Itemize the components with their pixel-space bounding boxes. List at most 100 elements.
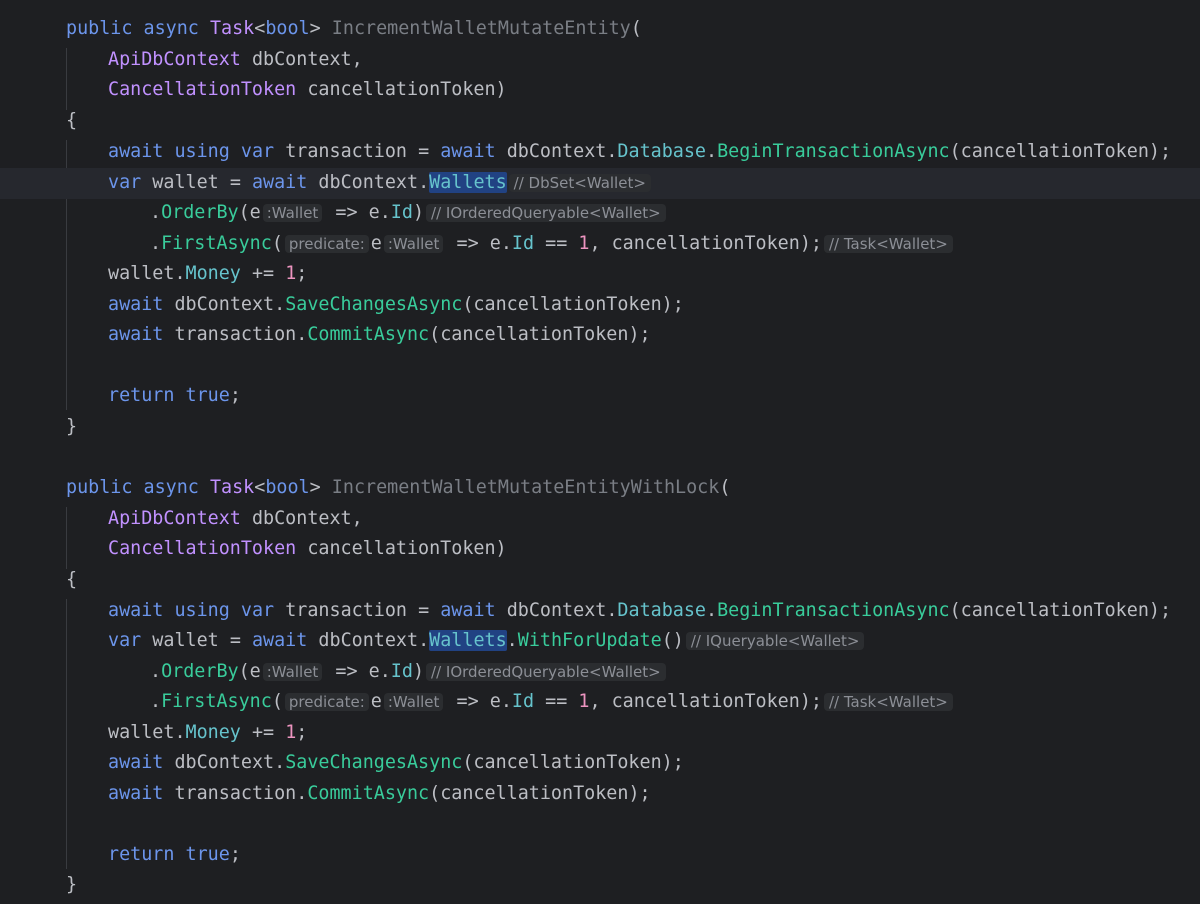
- keyword-await: await: [251, 630, 308, 651]
- punct-paren: ): [412, 202, 425, 223]
- punct-dot: .: [379, 202, 391, 223]
- prop-wallets: Wallets: [429, 630, 507, 651]
- code-line-29[interactable]: }: [0, 870, 1200, 901]
- type-hint: // IQueryable<Wallet>: [685, 632, 865, 650]
- code-line-11[interactable]: await transaction.CommitAsync(cancellati…: [0, 320, 1200, 351]
- punct-paren: ): [1148, 600, 1160, 621]
- punct-dot: .: [606, 141, 618, 162]
- code-line-17[interactable]: ApiDbContext dbContext,: [0, 504, 1200, 535]
- lambda-param: e: [370, 691, 382, 712]
- keyword-await: await: [108, 141, 164, 162]
- op-equals: ==: [545, 233, 568, 254]
- keyword-using: using: [174, 600, 230, 621]
- type-task: Task: [209, 18, 255, 39]
- punct-dot: .: [500, 233, 512, 254]
- keyword-var: var: [108, 172, 142, 193]
- code-line-6[interactable]: var wallet = await dbContext.Wallets// D…: [0, 168, 1200, 199]
- punct-paren: (: [949, 141, 961, 162]
- punct-dot: .: [296, 783, 308, 804]
- op-arrow: =>: [456, 691, 479, 712]
- punct-paren: ): [661, 294, 673, 315]
- lambda-param: e: [249, 661, 261, 682]
- punct-paren: (: [271, 233, 283, 254]
- lambda-param: e: [368, 202, 380, 223]
- keyword-async: async: [143, 477, 199, 498]
- punct-brace: {: [66, 110, 78, 131]
- code-line-25[interactable]: await dbContext.SaveChangesAsync(cancell…: [0, 748, 1200, 779]
- code-line-9[interactable]: wallet.Money += 1;: [0, 259, 1200, 290]
- code-line-23[interactable]: .FirstAsync(predicate: e:Wallet => e.Id =…: [0, 687, 1200, 718]
- lambda-param: e: [370, 233, 382, 254]
- code-line-14[interactable]: }: [0, 412, 1200, 443]
- method-name: IncrementWalletMutateEntityWithLock: [331, 477, 720, 498]
- var-db-context: dbContext: [174, 294, 275, 315]
- punct-dot: .: [418, 630, 430, 651]
- punct-paren: (: [719, 477, 731, 498]
- code-line-21[interactable]: var wallet = await dbContext.Wallets.Wit…: [0, 626, 1200, 657]
- code-line-1[interactable]: public async Task<bool> IncrementWalletM…: [0, 14, 1200, 45]
- punct-paren: ): [661, 752, 673, 773]
- punct-semicolon: ;: [296, 722, 308, 743]
- code-line-3[interactable]: CancellationToken cancellationToken): [0, 75, 1200, 106]
- op-arrow: =>: [335, 202, 358, 223]
- code-line-19[interactable]: {: [0, 565, 1200, 596]
- punct-dot: .: [150, 233, 162, 254]
- prop-database: Database: [617, 600, 706, 621]
- code-line-22[interactable]: .OrderBy(e:Wallet => e.Id)// IOrderedQue…: [0, 657, 1200, 688]
- code-line-5[interactable]: await using var transaction = await dbCo…: [0, 137, 1200, 168]
- var-cancellation-token: cancellationToken: [960, 141, 1149, 162]
- punct-dot: .: [706, 600, 718, 621]
- punct-paren: ): [672, 630, 684, 651]
- code-line-2[interactable]: ApiDbContext dbContext,: [0, 45, 1200, 76]
- code-line-18[interactable]: CancellationToken cancellationToken): [0, 534, 1200, 565]
- punct-dot: .: [606, 600, 618, 621]
- punct-comma: ,: [351, 508, 363, 529]
- punct-gt: >: [309, 18, 321, 39]
- code-line-13[interactable]: return true;: [0, 381, 1200, 412]
- punct-paren: (: [661, 630, 673, 651]
- punct-brace: }: [66, 416, 78, 437]
- code-line-4[interactable]: {: [0, 106, 1200, 137]
- punct-semicolon: ;: [229, 385, 241, 406]
- prop-database: Database: [617, 141, 706, 162]
- punct-paren: (: [238, 202, 250, 223]
- code-line-24[interactable]: wallet.Money += 1;: [0, 718, 1200, 749]
- type-hint: // DbSet<Wallet>: [508, 174, 651, 192]
- var-transaction: transaction: [285, 141, 407, 162]
- code-line-7[interactable]: .OrderBy(e:Wallet => e.Id)// IOrderedQue…: [0, 198, 1200, 229]
- keyword-async: async: [143, 18, 199, 39]
- keyword-bool: bool: [265, 18, 310, 39]
- code-line-10[interactable]: await dbContext.SaveChangesAsync(cancell…: [0, 290, 1200, 321]
- punct-dot: .: [506, 630, 518, 651]
- param-type-hint: :Wallet: [383, 693, 444, 711]
- punct-semicolon: ;: [810, 233, 822, 254]
- code-line-26[interactable]: await transaction.CommitAsync(cancellati…: [0, 779, 1200, 810]
- var-cancellation-token: cancellationToken: [611, 233, 800, 254]
- punct-brace: {: [66, 569, 78, 590]
- op-equals: ==: [545, 691, 568, 712]
- code-line-8[interactable]: .FirstAsync(predicate: e:Wallet => e.Id =…: [0, 229, 1200, 260]
- type-cancellation-token: CancellationToken: [108, 538, 297, 559]
- keyword-return: return: [108, 385, 175, 406]
- punct-dot: .: [500, 691, 512, 712]
- punct-dot: .: [379, 661, 391, 682]
- keyword-await: await: [108, 783, 164, 804]
- lambda-param: e: [249, 202, 261, 223]
- var-db-context: dbContext: [506, 600, 607, 621]
- code-line-16[interactable]: public async Task<bool> IncrementWalletM…: [0, 473, 1200, 504]
- type-api-db-context: ApiDbContext: [108, 508, 241, 529]
- var-cancellation-token: cancellationToken: [440, 324, 629, 345]
- op-assign: =: [418, 600, 430, 621]
- code-line-20[interactable]: await using var transaction = await dbCo…: [0, 596, 1200, 627]
- type-task: Task: [209, 477, 255, 498]
- code-line-28[interactable]: return true;: [0, 840, 1200, 871]
- method-first-async: FirstAsync: [161, 233, 272, 254]
- punct-paren: (: [429, 783, 441, 804]
- method-commit: CommitAsync: [307, 783, 430, 804]
- var-wallet: wallet: [108, 722, 175, 743]
- punct-semicolon: ;: [639, 324, 651, 345]
- var-wallet: wallet: [108, 263, 175, 284]
- code-editor[interactable]: public async Task<bool> IncrementWalletM…: [0, 0, 1200, 904]
- method-order-by: OrderBy: [161, 661, 239, 682]
- punct-dot: .: [174, 722, 186, 743]
